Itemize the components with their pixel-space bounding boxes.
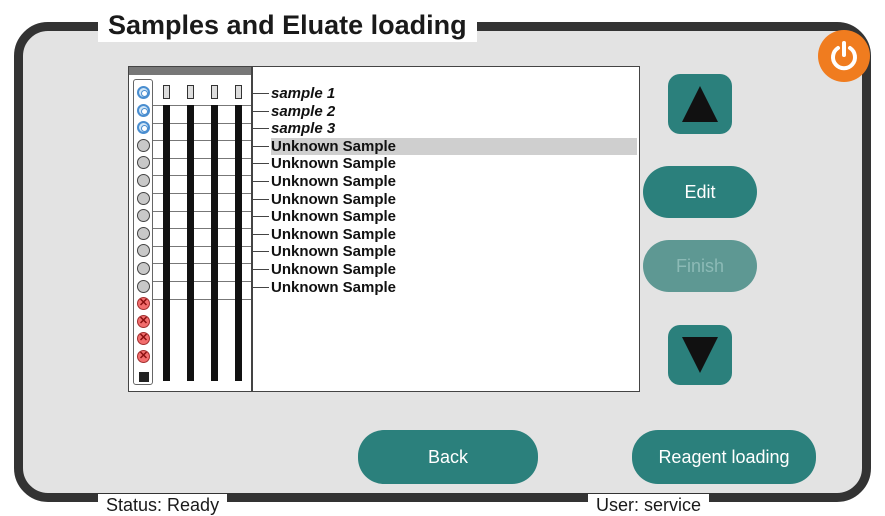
leader-line xyxy=(253,110,269,112)
leader-line xyxy=(253,198,269,200)
sample-list-item[interactable]: Unknown Sample xyxy=(271,279,637,296)
sample-list-item[interactable]: Unknown Sample xyxy=(271,208,637,225)
sample-list-item[interactable]: Unknown Sample xyxy=(271,137,637,155)
sample-well xyxy=(137,279,150,293)
strip-cap xyxy=(163,85,170,99)
power-button[interactable] xyxy=(818,30,870,82)
leader-line xyxy=(253,251,269,253)
leader-line xyxy=(253,269,269,270)
sample-list-item[interactable]: Unknown Sample xyxy=(271,191,637,208)
sample-well xyxy=(137,191,150,205)
sample-well xyxy=(137,209,150,223)
page-title: Samples and Eluate loading xyxy=(98,8,477,42)
leader-line xyxy=(253,233,269,235)
reagent-loading-button[interactable]: Reagent loading xyxy=(632,430,816,484)
sample-well xyxy=(137,174,150,187)
sample-list-item[interactable]: sample 1 xyxy=(271,85,637,102)
leader-line xyxy=(253,128,269,130)
leader-line xyxy=(253,93,269,94)
sample-well xyxy=(137,138,150,152)
sample-well xyxy=(137,156,150,170)
status-text: Status: Ready xyxy=(98,494,228,516)
strip-cap xyxy=(211,85,218,99)
sample-list-item[interactable]: sample 3 xyxy=(271,120,637,137)
strip-cap xyxy=(187,85,194,99)
sample-well xyxy=(137,226,150,240)
sample-list-item[interactable]: Unknown Sample xyxy=(271,173,637,190)
rack-header-bar xyxy=(129,67,251,75)
arrow-down-icon xyxy=(682,337,718,373)
leader-line xyxy=(253,216,269,218)
arrow-up-icon xyxy=(682,86,718,122)
leader-line xyxy=(253,145,269,147)
scroll-down-button[interactable] xyxy=(668,325,732,385)
sample-well xyxy=(137,121,150,135)
leader-line xyxy=(253,286,269,288)
sample-well xyxy=(137,244,150,258)
empty-well-x-icon: ✕ xyxy=(137,332,150,346)
eluate-strip xyxy=(211,105,218,381)
sample-list[interactable]: sample 1 sample 2 sample 3 Unknown Sample Un… xyxy=(252,66,640,392)
sample-rack: ✕ ✕ ✕ ✕ xyxy=(128,66,252,392)
back-button[interactable]: Back xyxy=(358,430,538,484)
strip-cap xyxy=(235,85,242,99)
rack-end-marker xyxy=(139,372,149,382)
user-text: User: service xyxy=(588,494,710,516)
eluate-strip xyxy=(187,105,194,381)
sample-well xyxy=(137,103,150,117)
sample-list-item[interactable]: Unknown Sample xyxy=(271,261,637,278)
empty-well-x-icon: ✕ xyxy=(137,350,150,363)
eluate-strip xyxy=(235,105,242,381)
leader-line xyxy=(253,163,269,165)
leader-line xyxy=(253,181,269,182)
sample-wells-column: ✕ ✕ ✕ ✕ xyxy=(133,79,153,385)
sample-well xyxy=(137,262,150,275)
sample-well xyxy=(137,86,150,99)
edit-button[interactable]: Edit xyxy=(643,166,757,218)
empty-well-x-icon: ✕ xyxy=(137,297,150,311)
finish-button[interactable]: Finish xyxy=(643,240,757,292)
sample-list-item[interactable]: Unknown Sample xyxy=(271,243,637,260)
sample-list-item[interactable]: Unknown Sample xyxy=(271,226,637,243)
eluate-strip xyxy=(163,105,170,381)
power-icon xyxy=(831,41,857,71)
sample-list-item[interactable]: sample 2 xyxy=(271,103,637,120)
sample-list-item[interactable]: Unknown Sample xyxy=(271,155,637,172)
empty-well-x-icon: ✕ xyxy=(137,314,150,328)
scroll-up-button[interactable] xyxy=(668,74,732,134)
